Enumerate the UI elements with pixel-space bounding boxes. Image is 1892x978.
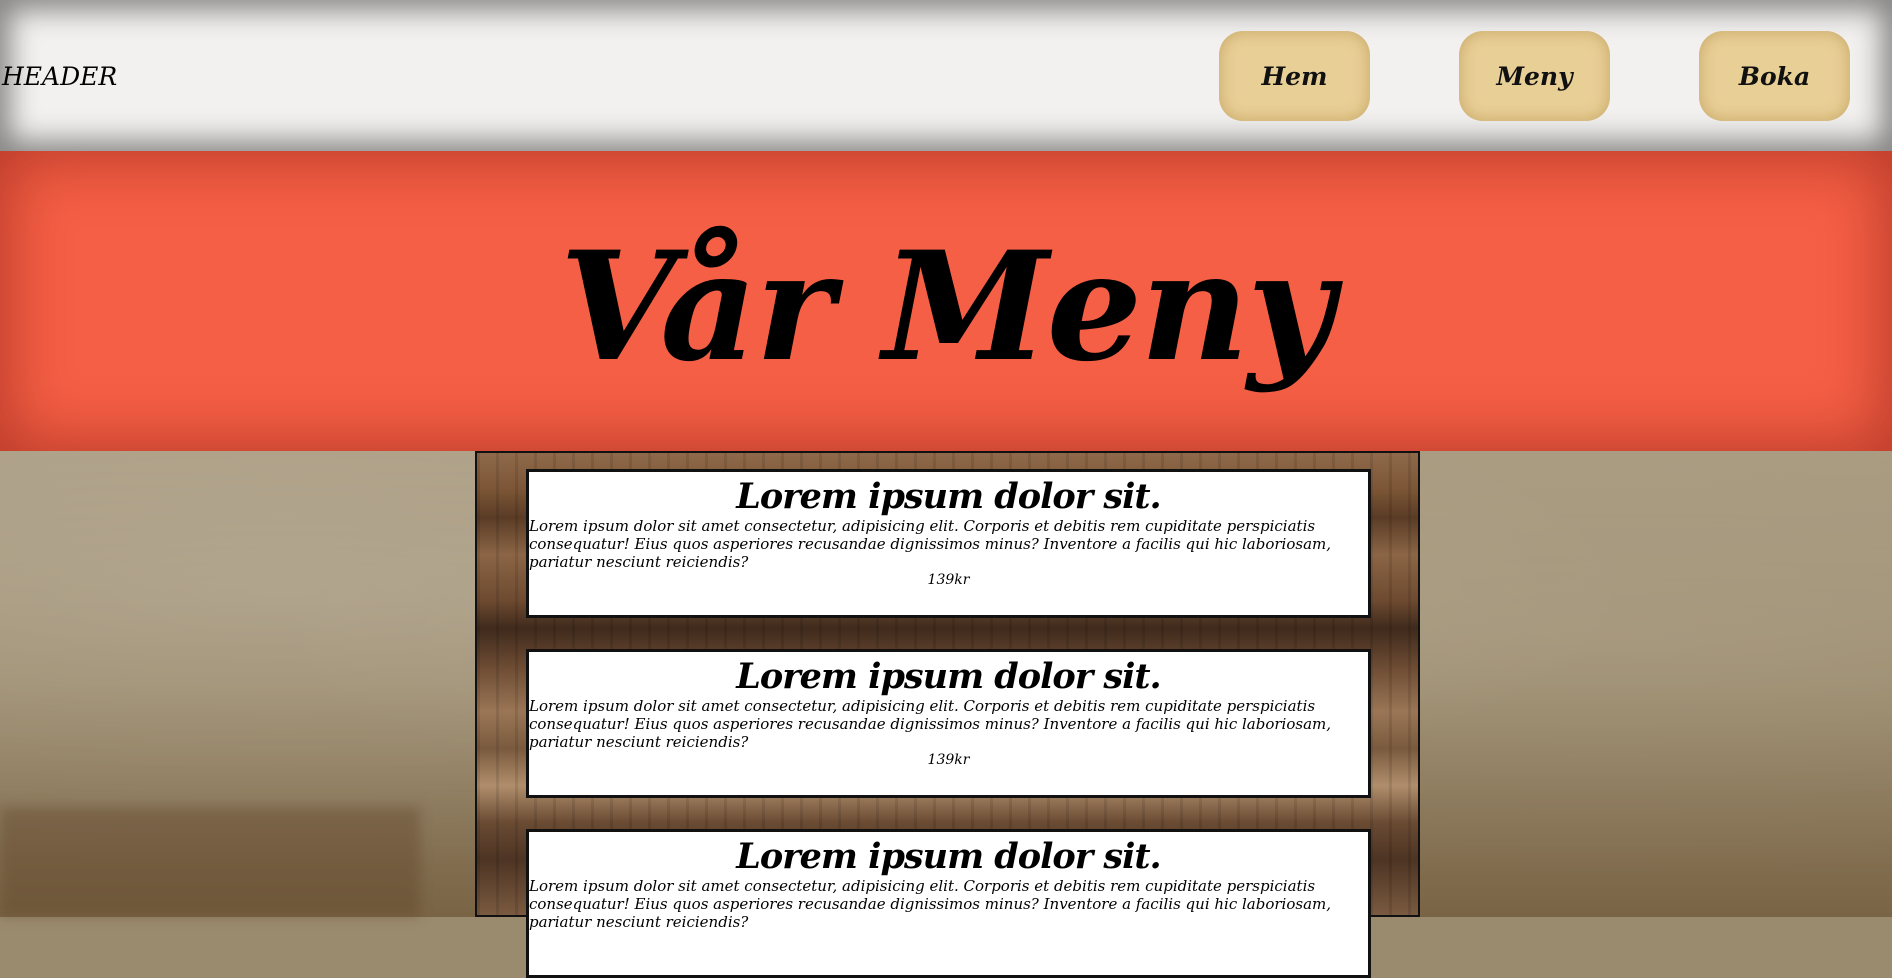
menu-item-price: 139kr [927,752,970,768]
nav-button-boka[interactable]: Boka [1699,31,1850,121]
menu-item-title: Lorem ipsum dolor sit. [736,476,1161,517]
header-logo[interactable]: HEADER [2,62,117,92]
menu-item-title: Lorem ipsum dolor sit. [736,656,1161,697]
nav-button-hem[interactable]: Hem [1219,31,1370,121]
menu-item-description: Lorem ipsum dolor sit amet consectetur, … [529,877,1332,931]
menu-card: Lorem ipsum dolor sit. Lorem ipsum dolor… [526,649,1371,798]
menu-item-title: Lorem ipsum dolor sit. [736,836,1161,877]
hero-banner: Vår Meny [0,151,1892,451]
menu-card: Lorem ipsum dolor sit. Lorem ipsum dolor… [526,829,1371,978]
menu-item-description: Lorem ipsum dolor sit amet consectetur, … [529,697,1332,751]
menu-panel: Lorem ipsum dolor sit. Lorem ipsum dolor… [475,451,1420,978]
menu-item-description: Lorem ipsum dolor sit amet consectetur, … [529,517,1332,571]
menu-item-price: 139kr [927,572,970,588]
site-header: HEADER Hem Meny Boka [0,0,1892,151]
menu-card: Lorem ipsum dolor sit. Lorem ipsum dolor… [526,469,1371,618]
page-title: Vår Meny [559,219,1335,395]
nav-button-meny[interactable]: Meny [1459,31,1610,121]
